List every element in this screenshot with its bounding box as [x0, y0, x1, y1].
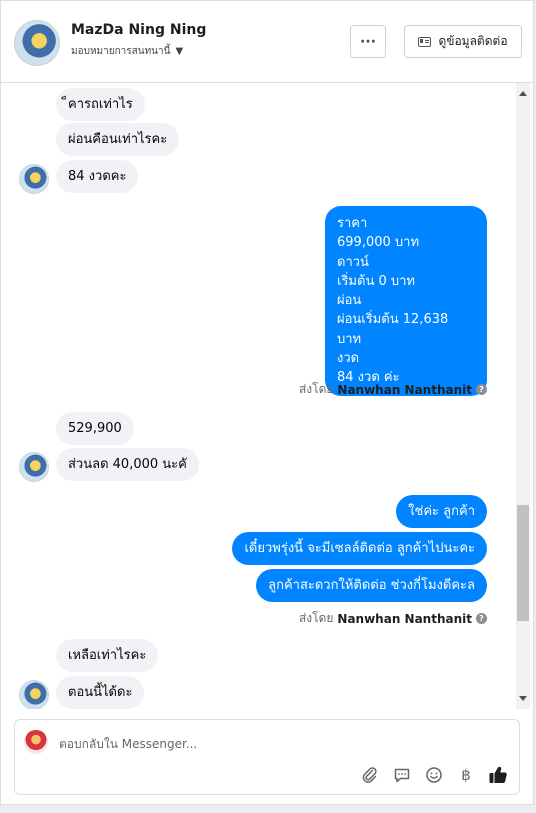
contact-card-icon: [418, 36, 432, 47]
message-incoming[interactable]: ผ่อนคือนเท่าไรคะ: [56, 123, 180, 156]
contact-name[interactable]: MazDa Ning Ning: [71, 22, 206, 38]
conversation-header: MazDa Ning Ning มอบหมายการสนทนานี้ ▼ ···…: [1, 1, 533, 83]
paperclip-icon[interactable]: [359, 764, 381, 786]
thread-scrollbar[interactable]: [516, 83, 530, 709]
message-line: ราคา: [337, 216, 368, 231]
message-outgoing-price-details[interactable]: ราคา 699,000 บาท ดาวน์ เริ่มต้น 0 บาท ผ่…: [325, 206, 487, 396]
message-thread[interactable]: ็คารถเท่าไร ผ่อนคือนเท่าไรคะ 84 งวดคะ รา…: [1, 83, 516, 709]
sent-by-prefix: ส่งโดย: [298, 611, 334, 625]
scroll-down-arrow-icon[interactable]: [519, 696, 527, 701]
message-incoming[interactable]: ตอนนี้ได้ดะ: [56, 676, 145, 709]
assign-label: มอบหมายการสนทนานี้: [71, 46, 171, 57]
messenger-conversation-window: MazDa Ning Ning มอบหมายการสนทนานี้ ▼ ···…: [0, 0, 534, 805]
message-outgoing[interactable]: ใช่ค่ะ ลูกค้า: [396, 495, 487, 528]
sent-by-label: ส่งโดย Nanwhan Nanthanit ?: [299, 609, 487, 628]
caret-down-icon: ▼: [175, 46, 184, 57]
sent-by-agent[interactable]: Nanwhan Nanthanit: [337, 612, 472, 626]
view-contact-info-label: ดูข้อมูลติดต่อ: [438, 34, 508, 48]
message-outgoing[interactable]: เดี๋ยวพรุ่งนี้ จะมีเซลล์ติดต่อ ลูกค้าไปน…: [232, 532, 487, 565]
view-contact-info-button[interactable]: ดูข้อมูลติดต่อ: [404, 25, 522, 58]
thumbs-up-icon[interactable]: [487, 764, 509, 786]
more-options-button[interactable]: ···: [350, 25, 386, 58]
sent-by-label: ส่งโดย Nanwhan Nanthanit ?: [299, 380, 487, 399]
reply-input[interactable]: [59, 734, 479, 754]
message-line: ผ่อน: [337, 293, 362, 309]
message-line: เริ่มต้น 0 บาท: [337, 273, 415, 289]
help-icon[interactable]: ?: [476, 384, 487, 395]
speech-bubble-icon[interactable]: [391, 764, 413, 786]
message-incoming[interactable]: 84 งวดคะ: [56, 160, 139, 193]
contact-avatar[interactable]: [14, 20, 60, 66]
contact-avatar-small: [19, 680, 49, 709]
baht-icon[interactable]: ฿: [455, 764, 477, 786]
message-line: 699,000 บาท: [337, 235, 420, 251]
message-incoming[interactable]: เหลือเท่าไรคะ: [56, 639, 159, 672]
message-line: ดาวน์: [337, 254, 369, 270]
scroll-up-arrow-icon[interactable]: [519, 91, 527, 96]
reply-composer: ฿: [14, 719, 520, 795]
emoji-icon[interactable]: [423, 764, 445, 786]
message-line: งวด: [337, 351, 360, 367]
sent-by-agent[interactable]: Nanwhan Nanthanit: [337, 383, 472, 397]
help-icon[interactable]: ?: [476, 613, 487, 624]
message-incoming[interactable]: ็คารถเท่าไร: [56, 88, 145, 121]
sent-by-prefix: ส่งโดย: [298, 382, 334, 396]
message-incoming[interactable]: ส่วนลด 40,000 นะคั: [56, 448, 199, 481]
message-line: ผ่อนเริ่มต้น 12,638 บาท: [337, 312, 449, 347]
message-outgoing[interactable]: ลูกค้าสะดวกให้ติดต่อ ช่วงกี่โมงดีคะล: [256, 569, 487, 602]
assign-conversation-dropdown[interactable]: มอบหมายการสนทนานี้ ▼: [71, 44, 183, 59]
message-incoming[interactable]: 529,900: [56, 412, 134, 445]
page-avatar: [24, 730, 48, 754]
contact-avatar-small: [19, 164, 49, 194]
contact-avatar-small: [19, 452, 49, 482]
scrollbar-thumb[interactable]: [517, 505, 529, 621]
